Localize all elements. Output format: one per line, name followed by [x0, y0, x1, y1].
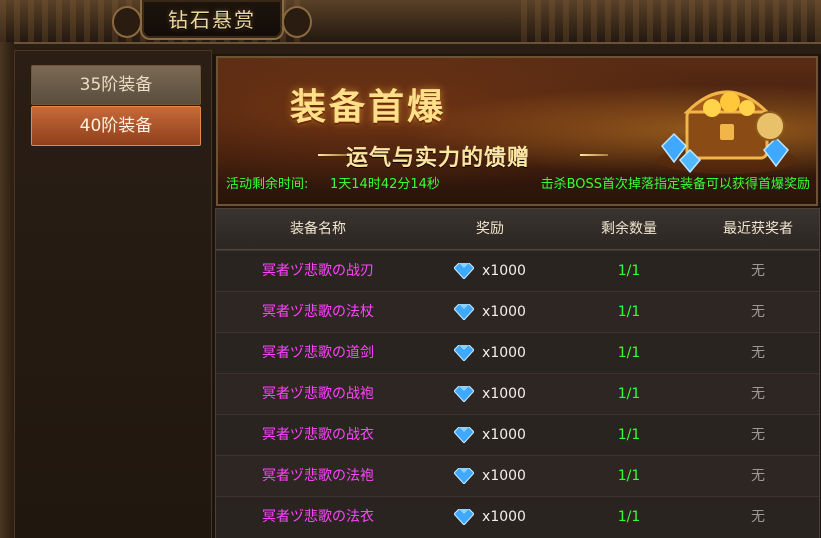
header-reward: 奖励 — [476, 221, 504, 237]
diamond-icon — [454, 468, 475, 484]
latest-winner: 无 — [751, 345, 765, 361]
reward-amount: x1000 — [482, 263, 526, 279]
reward-cell: x1000 — [420, 292, 560, 332]
top-ornament-right — [521, 0, 821, 42]
reward-cell: x1000 — [420, 374, 560, 414]
sidebar: 35阶装备 40阶装备 — [14, 50, 212, 538]
diamond-icon — [454, 509, 475, 525]
reward-amount: x1000 — [482, 427, 526, 443]
reward-amount: x1000 — [482, 345, 526, 361]
diamond-icon — [454, 345, 475, 361]
header-equipment-name: 装备名称 — [290, 221, 346, 237]
reward-cell: x1000 — [420, 497, 560, 537]
title-ornament-right — [282, 6, 312, 38]
countdown-label: 活动剩余时间: — [226, 177, 309, 192]
diamond-icon — [454, 263, 475, 279]
reward-amount: x1000 — [482, 386, 526, 402]
banner-subtitle: 运气与实力的馈赠 — [346, 145, 531, 171]
table-row: 冥者ヅ悲歌の法袍 x1000 1/1 无 — [216, 455, 819, 496]
event-description: 击杀BOSS首次掉落指定装备可以获得首爆奖励 — [540, 177, 810, 192]
banner-divider-left — [318, 154, 346, 156]
equipment-name: 冥者ヅ悲歌の战刃 — [262, 263, 374, 279]
reward-cell: x1000 — [420, 456, 560, 496]
top-title-bar: 钻石悬赏 — [0, 0, 821, 44]
latest-winner: 无 — [751, 386, 765, 402]
latest-winner: 无 — [751, 263, 765, 279]
equipment-name: 冥者ヅ悲歌の法袍 — [262, 468, 374, 484]
equipment-name: 冥者ヅ悲歌の法杖 — [262, 304, 374, 320]
header-remaining: 剩余数量 — [601, 221, 657, 237]
reward-amount: x1000 — [482, 509, 526, 525]
banner-divider-right — [580, 154, 608, 156]
event-banner: 装备首爆 运气与实力的馈赠 活动剩余时间: 1天14时42分14秒 击杀BOSS… — [216, 56, 818, 206]
table-row: 冥者ヅ悲歌の战衣 x1000 1/1 无 — [216, 414, 819, 455]
remaining-count: 1/1 — [617, 509, 641, 525]
table-row: 冥者ヅ悲歌の法杖 x1000 1/1 无 — [216, 291, 819, 332]
remaining-count: 1/1 — [617, 386, 641, 402]
treasure-chest-icon — [657, 90, 797, 174]
latest-winner: 无 — [751, 427, 765, 443]
latest-winner: 无 — [751, 304, 765, 320]
reward-amount: x1000 — [482, 468, 526, 484]
window-title: 钻石悬赏 — [168, 8, 256, 32]
main-panel: 装备首爆 运气与实力的馈赠 活动剩余时间: 1天14时42分14秒 击杀BOSS… — [211, 54, 821, 538]
countdown-value: 1天14时42分14秒 — [330, 177, 440, 192]
left-frame-border — [0, 42, 14, 538]
reward-cell: x1000 — [420, 415, 560, 455]
equipment-name: 冥者ヅ悲歌の道剑 — [262, 345, 374, 361]
reward-cell: x1000 — [420, 333, 560, 373]
latest-winner: 无 — [751, 509, 765, 525]
table-row: 冥者ヅ悲歌の战刃 x1000 1/1 无 — [216, 250, 819, 291]
table-header: 装备名称 奖励 剩余数量 最近获奖者 — [216, 209, 819, 250]
diamond-icon — [454, 304, 475, 320]
title-ornament-left — [112, 6, 142, 38]
reward-table: 装备名称 奖励 剩余数量 最近获奖者 冥者ヅ悲歌の战刃 x1000 1/1 无 … — [215, 208, 820, 538]
tab-40-tier-equipment[interactable]: 40阶装备 — [31, 106, 201, 146]
diamond-icon — [454, 386, 475, 402]
equipment-name: 冥者ヅ悲歌の战衣 — [262, 427, 374, 443]
latest-winner: 无 — [751, 468, 765, 484]
table-row: 冥者ヅ悲歌の战袍 x1000 1/1 无 — [216, 373, 819, 414]
banner-title: 装备首爆 — [290, 86, 447, 128]
reward-cell: x1000 — [420, 251, 560, 291]
remaining-count: 1/1 — [617, 304, 641, 320]
diamond-icon — [454, 427, 475, 443]
equipment-name: 冥者ヅ悲歌の战袍 — [262, 386, 374, 402]
remaining-count: 1/1 — [617, 468, 641, 484]
table-row: 冥者ヅ悲歌の法衣 x1000 1/1 无 — [216, 496, 819, 537]
remaining-count: 1/1 — [617, 427, 641, 443]
diamond-bounty-window: 钻石悬赏 35阶装备 40阶装备 装备首爆 运气与实力的馈赠 活动剩余时间: 1… — [0, 0, 821, 538]
equipment-name: 冥者ヅ悲歌の法衣 — [262, 509, 374, 525]
title-plate: 钻石悬赏 — [140, 0, 284, 40]
tab-35-tier-equipment[interactable]: 35阶装备 — [31, 65, 201, 105]
table-row: 冥者ヅ悲歌の道剑 x1000 1/1 无 — [216, 332, 819, 373]
remaining-count: 1/1 — [617, 345, 641, 361]
header-latest-winner: 最近获奖者 — [723, 221, 793, 237]
remaining-count: 1/1 — [617, 263, 641, 279]
reward-amount: x1000 — [482, 304, 526, 320]
